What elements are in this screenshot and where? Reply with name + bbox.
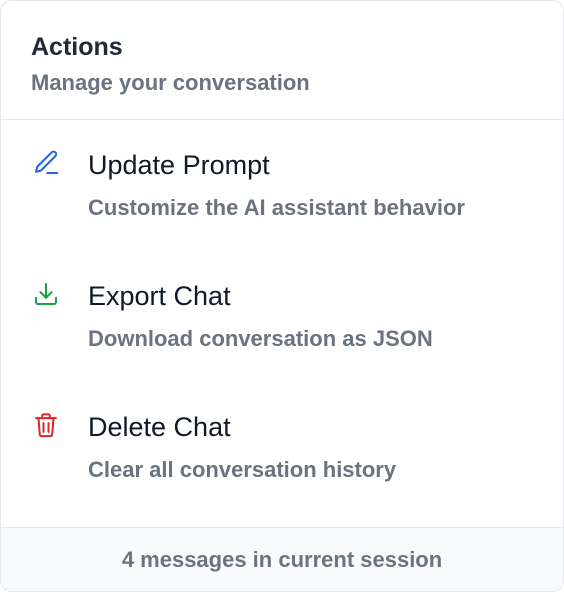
delete-chat-label: Delete Chat	[88, 412, 231, 442]
update-prompt-button[interactable]: Update Prompt Customize the AI assistant…	[1, 142, 563, 262]
panel-title: Actions	[31, 33, 123, 61]
update-prompt-description: Customize the AI assistant behavior	[88, 195, 465, 220]
update-prompt-label: Update Prompt	[88, 150, 270, 180]
trash-icon	[31, 410, 61, 440]
delete-chat-button[interactable]: Delete Chat Clear all conversation histo…	[1, 404, 563, 524]
export-chat-button[interactable]: Export Chat Download conversation as JSO…	[1, 273, 563, 393]
panel-subtitle: Manage your conversation	[31, 70, 310, 95]
export-chat-description: Download conversation as JSON	[88, 326, 433, 351]
pencil-icon	[31, 148, 61, 178]
delete-chat-description: Clear all conversation history	[88, 457, 397, 482]
panel-header: Actions Manage your conversation	[1, 1, 563, 120]
panel-footer: 4 messages in current session	[1, 527, 563, 591]
export-chat-label: Export Chat	[88, 281, 231, 311]
download-icon	[31, 279, 61, 309]
actions-panel: Actions Manage your conversation Update …	[0, 0, 564, 592]
session-status: 4 messages in current session	[121, 546, 443, 572]
